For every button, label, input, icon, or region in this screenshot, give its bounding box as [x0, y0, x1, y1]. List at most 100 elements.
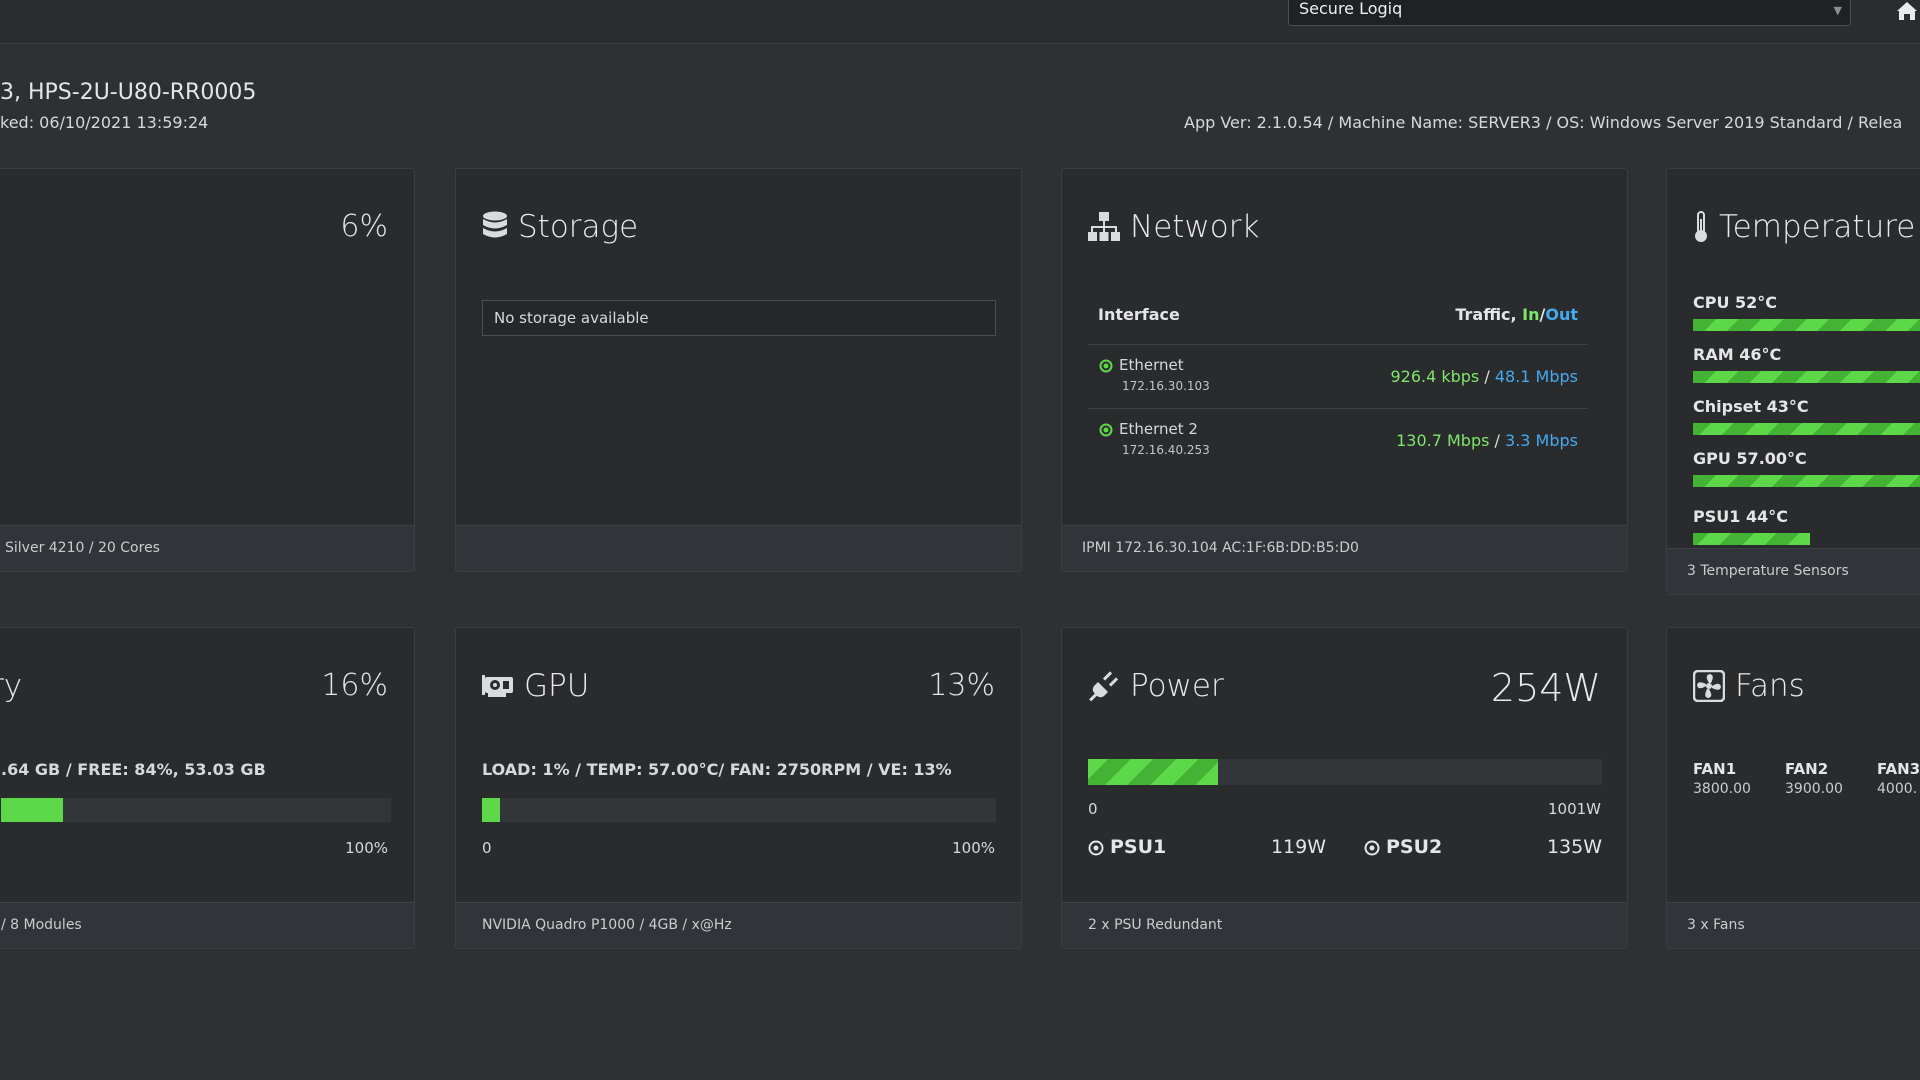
interface-traffic: 130.7 Mbps / 3.3 Mbps	[1396, 431, 1578, 450]
plug-icon	[1089, 671, 1119, 702]
sitemap-icon	[1088, 212, 1120, 241]
psu2: PSU2 135W	[1364, 836, 1602, 860]
temperature-sensor-label: PSU1 44°C	[1693, 507, 1788, 526]
power-max-label: 1001W	[1547, 800, 1601, 818]
fan-name: FAN3	[1877, 760, 1920, 778]
power-total: 254W	[1490, 666, 1601, 710]
memory-footer-text: / 8 Modules	[1, 917, 82, 933]
col-out: Out	[1545, 305, 1578, 324]
fans-footer: 3 x Fans	[1667, 902, 1920, 948]
gpu-title: GPU	[482, 668, 589, 704]
power-usage-bar	[1088, 759, 1602, 785]
storage-title-label: Storage	[518, 209, 639, 245]
memory-detail: .64 GB / FREE: 84%, 53.03 GB	[1, 760, 266, 779]
traffic-sep: /	[1489, 431, 1506, 450]
memory-usage-fill	[1, 798, 64, 822]
storage-footer	[456, 525, 1021, 571]
gpu-title-label: GPU	[524, 668, 590, 704]
gpu-footer: NVIDIA Quadro P1000 / 4GB / x@Hz	[456, 902, 1021, 948]
temperature-title: Temperature	[1693, 209, 1915, 245]
network-card: Network Interface Traffic, In/Out Ethern…	[1061, 168, 1628, 572]
memory-footer: / 8 Modules	[0, 902, 414, 948]
psu-value: 135W	[1546, 836, 1602, 858]
interface-ip: 172.16.30.103	[1122, 379, 1210, 393]
temperature-sensor-label: RAM 46°C	[1693, 345, 1782, 364]
col-traffic-label: Traffic,	[1455, 305, 1523, 324]
fan-item: FAN2 3900.00	[1785, 760, 1843, 797]
thermometer-icon	[1695, 211, 1707, 242]
traffic-in: 130.7 Mbps	[1396, 431, 1490, 450]
fan-value: 3800.00	[1693, 781, 1751, 797]
fans-title: Fans	[1693, 668, 1805, 704]
gpu-percent: 13%	[928, 668, 995, 703]
storage-title: Storage	[482, 209, 638, 245]
psu-name: PSU1	[1110, 836, 1167, 858]
top-bar: Secure Logiq ▼	[0, 0, 1920, 44]
status-ok-icon	[1099, 423, 1113, 437]
temperature-footer: 3 Temperature Sensors	[1667, 548, 1920, 594]
fan-name: FAN2	[1785, 760, 1829, 778]
last-checked: ked: 06/10/2021 13:59:24	[0, 113, 209, 132]
power-usage-fill	[1088, 759, 1219, 785]
power-footer: 2 x PSU Redundant	[1062, 902, 1627, 948]
temperature-sensor-bar	[1693, 423, 1920, 435]
fan-icon	[1693, 670, 1725, 702]
psu-value: 119W	[1270, 836, 1326, 858]
fans-card: Fans FAN1 3800.00 FAN2 3900.00 FAN3 4000…	[1666, 627, 1920, 949]
interface-name: Ethernet	[1119, 356, 1184, 374]
psu-status-icon	[1364, 840, 1380, 856]
temperature-card: Temperature CPU 52°C RAM 46°C Chipset 43°C…	[1666, 168, 1920, 595]
power-min-label: 0	[1088, 800, 1098, 818]
cpu-percent: 6%	[340, 209, 388, 244]
temperature-sensor-label: Chipset 43°C	[1693, 397, 1809, 416]
temperature-title-label: Temperature	[1719, 209, 1916, 245]
cpu-footer-text: Silver 4210 / 20 Cores	[5, 540, 160, 556]
cpu-card: 6% Silver 4210 / 20 Cores	[0, 168, 415, 572]
power-title: Power	[1088, 668, 1224, 704]
gpu-min-label: 0	[482, 839, 492, 857]
storage-message-text: No storage available	[494, 309, 649, 327]
temperature-sensor-bar	[1693, 533, 1810, 545]
temperature-sensor-bar	[1693, 319, 1920, 331]
fan-value: 3900.00	[1785, 781, 1843, 797]
interface-name: Ethernet 2	[1119, 420, 1198, 438]
power-title-label: Power	[1130, 668, 1224, 704]
interface-ip: 172.16.40.253	[1122, 443, 1210, 457]
cpu-footer: Silver 4210 / 20 Cores	[0, 525, 414, 571]
network-title-label: Network	[1130, 209, 1260, 245]
home-icon[interactable]	[1894, 0, 1920, 20]
power-footer-text: 2 x PSU Redundant	[1088, 917, 1223, 933]
table-row: Ethernet 172.16.30.103 926.4 kbps / 48.1…	[1088, 347, 1588, 409]
temperature-sensor-bar	[1693, 371, 1920, 383]
temperature-sensor-label: GPU 57.00°C	[1693, 449, 1807, 468]
gpu-max-label: 100%	[952, 839, 995, 857]
col-in: In	[1522, 305, 1540, 324]
gpu-footer-text: NVIDIA Quadro P1000 / 4GB / x@Hz	[482, 917, 732, 933]
status-ok-icon	[1099, 359, 1113, 373]
temperature-sensor-label: CPU 52°C	[1693, 293, 1778, 312]
fans-footer-text: 3 x Fans	[1687, 917, 1745, 933]
psu1: PSU1 119W	[1088, 836, 1326, 860]
machine-selector[interactable]: Secure Logiq ▼	[1288, 0, 1851, 26]
gpu-load-bar	[482, 798, 996, 822]
table-row: Ethernet 2 172.16.40.253 130.7 Mbps / 3.…	[1088, 411, 1588, 473]
memory-percent: 16%	[321, 668, 388, 703]
temperature-sensor-bar	[1693, 475, 1920, 487]
gpu-detail: LOAD: 1% / TEMP: 57.00°C/ FAN: 2750RPM /…	[482, 760, 952, 779]
memory-title-label: ry	[0, 668, 23, 704]
memory-usage-bar	[1, 798, 391, 822]
network-title: Network	[1088, 209, 1259, 245]
network-footer: IPMI 172.16.30.104 AC:1F:6B:DD:B5:D0	[1062, 525, 1627, 571]
psu-status-icon	[1088, 840, 1104, 856]
traffic-out: 3.3 Mbps	[1505, 431, 1578, 450]
network-footer-text: IPMI 172.16.30.104 AC:1F:6B:DD:B5:D0	[1082, 540, 1359, 556]
fan-item: FAN3 4000.	[1877, 760, 1920, 797]
traffic-out: 48.1 Mbps	[1494, 367, 1578, 386]
gpu-card-icon	[482, 675, 513, 697]
gpu-card: GPU 13% LOAD: 1% / TEMP: 57.00°C/ FAN: 2…	[455, 627, 1022, 949]
traffic-sep: /	[1479, 367, 1495, 386]
database-icon	[483, 211, 507, 238]
temperature-footer-text: 3 Temperature Sensors	[1687, 563, 1849, 579]
memory-card: ry 16% .64 GB / FREE: 84%, 53.03 GB 100%…	[0, 627, 415, 949]
memory-title: ry	[0, 668, 22, 704]
